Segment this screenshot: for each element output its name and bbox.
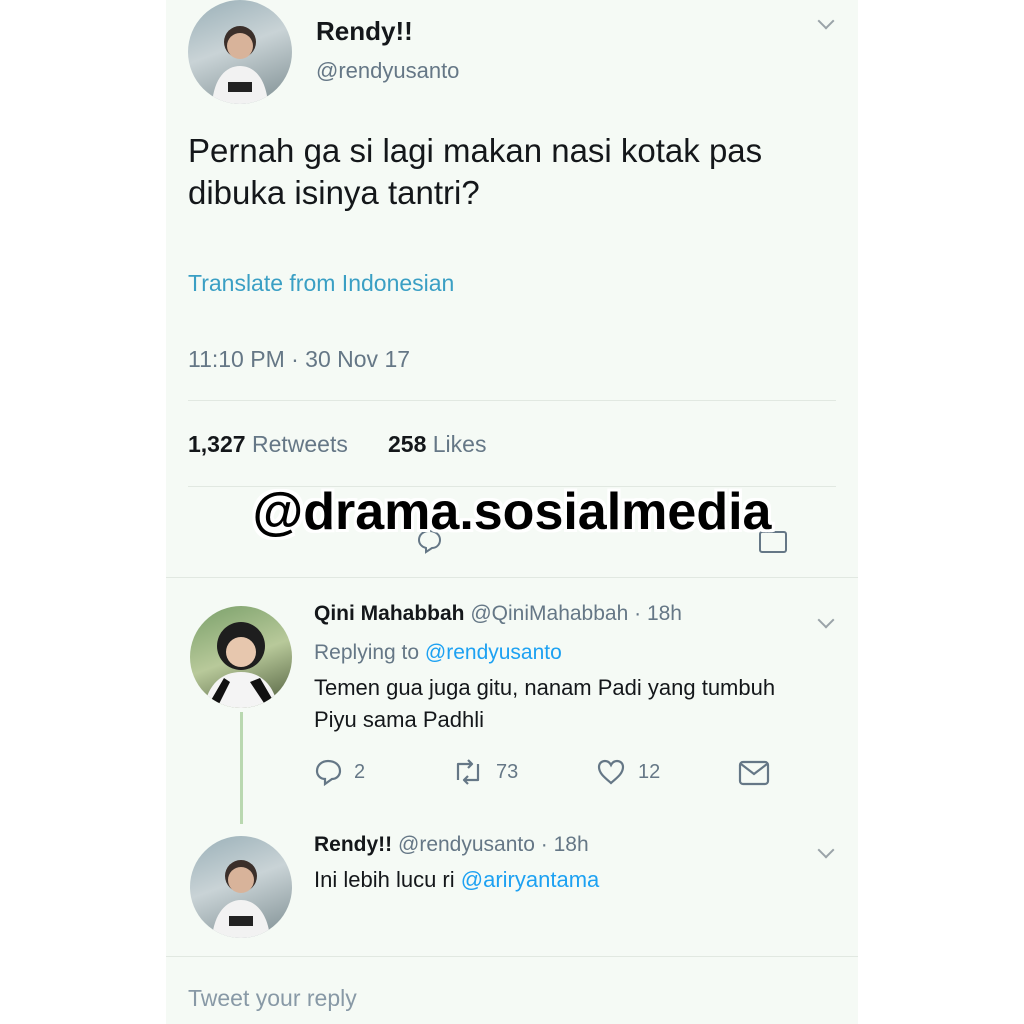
heart-icon: [597, 759, 625, 785]
reply-display-name[interactable]: Qini Mahabbah: [314, 602, 465, 625]
chevron-down-icon[interactable]: [817, 12, 835, 30]
retweet-label: Retweets: [251, 431, 348, 457]
reply-handle[interactable]: @rendyusanto: [398, 833, 535, 856]
retweet-count: 73: [496, 760, 519, 783]
replying-prefix: Replying to: [314, 641, 420, 664]
reply-display-name[interactable]: Rendy!!: [314, 833, 392, 856]
reply-count: 2: [354, 760, 366, 783]
retweet-stat[interactable]: 1,327 Retweets: [188, 431, 348, 458]
like-count: 258: [388, 431, 427, 457]
thread-line: [240, 712, 243, 824]
divider: [188, 400, 836, 401]
like-label: Likes: [432, 431, 487, 457]
divider: [166, 577, 858, 578]
author-display-name[interactable]: Rendy!!: [316, 16, 413, 47]
divider: [166, 956, 858, 957]
retweet-icon: [456, 759, 480, 785]
chevron-down-icon[interactable]: [817, 611, 835, 629]
like-action[interactable]: 12: [596, 758, 660, 786]
tweet-timestamp: 11:10 PM · 30 Nov 17: [188, 346, 411, 372]
reply-text-prefix: Ini lebih lucu ri: [314, 867, 455, 892]
replying-to: Replying to @rendyusanto: [314, 641, 562, 665]
reply-author-avatar[interactable]: [190, 836, 292, 938]
replying-handle[interactable]: @rendyusanto: [425, 641, 562, 664]
dm-action[interactable]: [738, 760, 770, 786]
tweet-text-line-1: Pernah ga si lagi makan nasi kotak pas: [188, 132, 763, 169]
reply-handle[interactable]: @QiniMahabbah: [470, 602, 628, 625]
author-handle[interactable]: @rendyusanto: [316, 58, 459, 84]
mail-icon: [738, 760, 770, 786]
reply-age: · 18h: [540, 833, 589, 856]
retweet-count: 1,327: [188, 431, 246, 457]
reply-header: Rendy!! @rendyusanto · 18h: [314, 833, 589, 857]
reply-header: Qini Mahabbah @QiniMahabbah · 18h: [314, 602, 682, 626]
chevron-down-icon[interactable]: [817, 841, 835, 859]
watermark-text: @drama.sosialmedia: [252, 483, 772, 541]
reply-text-line-1: Temen gua juga gitu, nanam Padi yang tum…: [314, 675, 776, 700]
author-avatar[interactable]: [188, 0, 292, 104]
reply-text-line-2: Piyu sama Padhli: [314, 707, 484, 732]
reply-age: · 18h: [634, 602, 682, 625]
reply-text: Ini lebih lucu ri @ariryantama: [314, 867, 599, 893]
like-stat[interactable]: 258 Likes: [388, 431, 486, 458]
reply-compose-input[interactable]: Tweet your reply: [188, 985, 357, 1012]
like-count: 12: [638, 760, 661, 783]
tweet-text-line-2: dibuka isinya tantri?: [188, 174, 480, 211]
reply-icon: [315, 759, 342, 786]
translate-link[interactable]: Translate from Indonesian: [188, 270, 454, 297]
reply-author-avatar[interactable]: [190, 606, 292, 708]
retweet-action[interactable]: 73: [452, 758, 518, 786]
reply-mention[interactable]: @ariryantama: [461, 867, 600, 892]
reply-action[interactable]: 2: [314, 758, 365, 786]
